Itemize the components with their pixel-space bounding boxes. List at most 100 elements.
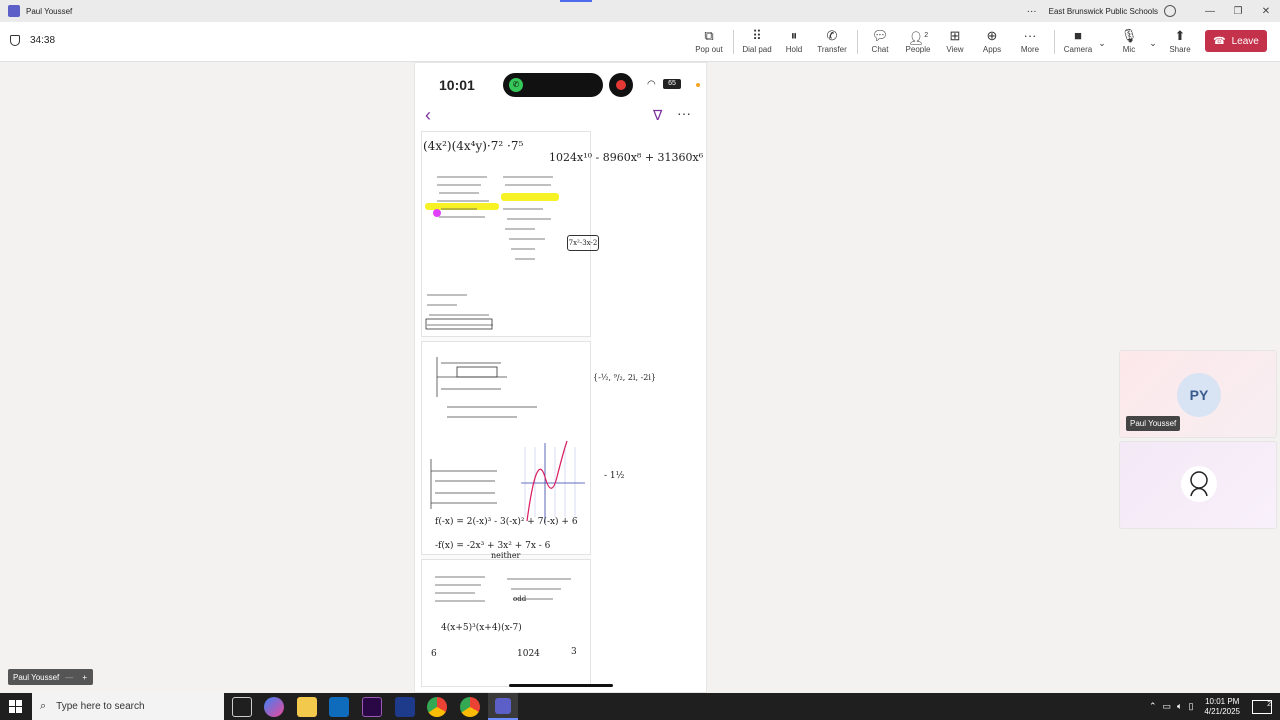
worksheet-document: (4x²)(4x⁴y)·7² ·7⁵ 1024x¹⁰ - 8960x⁸ + 31… [421,131,703,687]
battery-icon: 65 [663,79,681,89]
volume-icon[interactable]: 🔈︎ [1177,701,1182,712]
view-button[interactable]: ⊞ View [944,27,966,59]
avatar: PY [1177,373,1221,417]
scribble-work [431,571,581,611]
windows-taskbar: ⌕ Type here to search ⌃ ▭ 🔈︎ ▯ 10:01 PM … [0,693,1280,720]
battery-icon[interactable]: ▯ [1188,701,1193,712]
share-icon: ⬆ [1174,28,1186,43]
active-indicator [560,0,592,2]
dial-pad-button[interactable]: ⠿ Dial pad [742,27,772,59]
people-button[interactable]: 👤︎2 People [904,27,932,59]
mic-button[interactable]: 🎙︎ Mic [1120,27,1138,59]
chrome-profile-icon[interactable] [460,697,480,717]
file-explorer-icon[interactable] [297,697,317,717]
camera-button[interactable]: ■ Camera [1064,27,1092,59]
dial-pad-label: Dial pad [742,45,772,54]
dynamic-island: ✆ [503,73,603,97]
plus-icon: ⊕ [986,28,998,43]
apps-button[interactable]: ⊕ Apps [981,27,1003,59]
clock-time: 10:01 PM [1205,696,1240,706]
hold-button[interactable]: ⏸ Hold [782,27,806,59]
system-tray: ⌃ ▭ 🔈︎ ▯ 10:01 PM 4/21/2025 2 [1146,693,1280,720]
teams-taskbar-icon[interactable] [488,693,518,720]
phone-call-icon: ✆ [509,78,523,92]
handwriting: 6 [431,649,437,659]
more-label: More [1020,45,1040,54]
notifications-icon[interactable]: 2 [1252,699,1272,714]
plus-icon[interactable]: + [82,673,87,682]
meeting-toolbar: 34:38 ⧉ Pop out ⠿ Dial pad ⏸ Hold ✆ Tran… [0,22,1280,62]
participant-tile[interactable]: PY Paul Youssef [1119,350,1277,438]
scribble-work [425,291,495,331]
chat-label: Chat [871,45,889,54]
premiere-icon[interactable] [362,697,382,717]
scribble-work [435,171,495,231]
handwriting: {-½, ⁹/₂, 2i, -2i} [593,373,657,382]
task-view-icon[interactable] [232,697,252,717]
pop-out-label: Pop out [695,45,723,54]
toolbar-divider [733,30,734,54]
transfer-button[interactable]: ✆ Transfer [816,27,848,59]
camera-off-icon: ■ [1074,28,1082,43]
synthetic-division [427,353,557,423]
person-sketch-icon [1190,471,1208,497]
handwriting: 4(x+5)³(x+4)(x-7) [441,623,522,633]
handwriting: - 1½ [604,471,625,481]
restore-button[interactable]: ❐ [1224,6,1252,17]
account-icon[interactable] [1164,5,1176,17]
taskbar-search[interactable]: ⌕ Type here to search [32,693,224,720]
divider-icon: — [65,672,74,682]
taskbar-clock[interactable]: 10:01 PM 4/21/2025 [1204,697,1240,717]
chevron-down-icon: ⌄ [1098,38,1106,48]
share-label: Share [1169,45,1191,54]
chevron-up-icon[interactable]: ⌃ [1149,701,1157,712]
camera-label: Camera [1063,45,1093,54]
privacy-dot [696,83,700,87]
grid-icon: ⊞ [949,28,961,43]
more-options-icon[interactable]: ··· [1027,6,1037,17]
scribble-work [501,173,561,273]
pause-icon: ⏸ [790,28,798,43]
meeting-timer: 34:38 [10,35,55,46]
self-view-chip[interactable]: Paul Youssef — + [8,669,93,685]
outlook-icon[interactable] [329,697,349,717]
phone-time: 10:01 [439,77,475,93]
network-icon[interactable]: ▭ [1163,701,1172,712]
transfer-icon: ✆ [826,28,838,43]
toolbar-divider [857,30,858,54]
leave-button[interactable]: ☎ Leave [1205,30,1267,52]
share-button[interactable]: ⬆ Share [1169,27,1191,59]
app-icon[interactable] [395,697,415,717]
chat-icon: 💬︎ [871,28,889,43]
chat-button[interactable]: 💬︎ Chat [868,27,892,59]
boxed-answer: 7x²-3x-2 [567,235,599,251]
minimize-button[interactable]: — [1196,6,1224,17]
people-label: People [905,45,931,54]
org-name[interactable]: East Brunswick Public Schools [1049,7,1158,16]
more-icon: ··· [677,105,691,121]
mic-icon: 🎙︎ [1120,28,1138,43]
participant-tile[interactable] [1119,441,1277,529]
pop-out-button[interactable]: ⧉ Pop out [695,27,723,59]
hang-up-icon: ☎ [1213,35,1226,47]
toolbar-divider [1054,30,1055,54]
more-button[interactable]: ··· More [1018,27,1042,59]
handwriting: 1024 [517,649,540,659]
close-button[interactable]: ✕ [1252,6,1280,17]
handwriting: (4x²)(4x⁴y)·7² ·7⁵ [423,139,524,153]
meeting-stage: 10:01 ✆ ◠ 65 ‹ ∇ ··· (4x²)(4x⁴y)·7² ·7⁵ … [0,62,1280,693]
pop-out-icon: ⧉ [704,28,714,43]
timer-text: 34:38 [30,35,56,46]
windows-start-icon[interactable] [9,700,22,713]
transfer-label: Transfer [817,45,847,54]
handwriting: neither [491,551,521,560]
recording-icon [609,73,633,97]
back-icon: ‹ [425,105,431,125]
people-count: 2 [924,32,929,39]
teams-icon [495,698,511,714]
copilot-icon[interactable] [264,697,284,717]
chrome-icon[interactable] [427,697,447,717]
self-name: Paul Youssef [13,672,60,682]
handwriting: odd [513,595,527,603]
title-bar: Paul Youssef ··· East Brunswick Public S… [0,0,1280,22]
